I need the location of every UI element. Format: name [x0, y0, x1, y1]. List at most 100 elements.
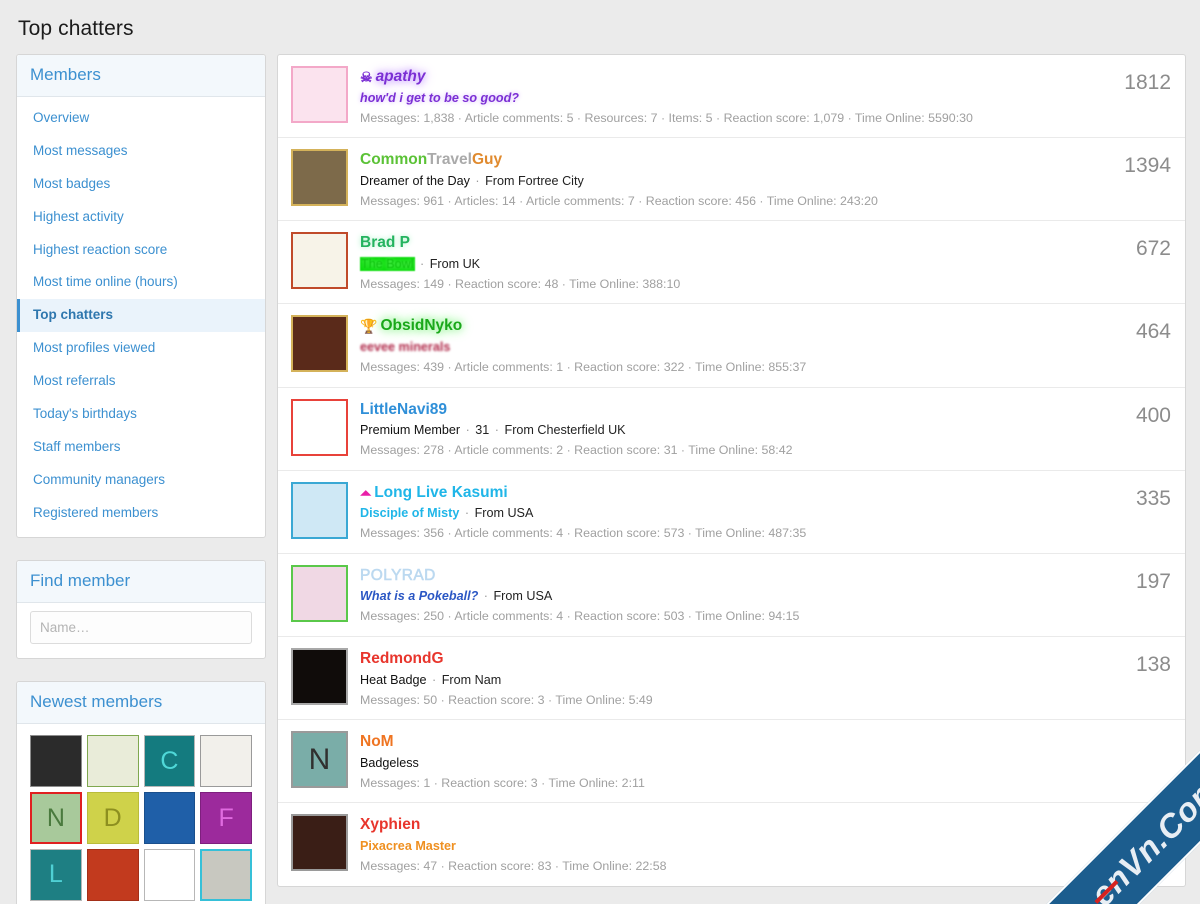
members-nav-block: Members Overview Most messages Most badges… [16, 54, 266, 539]
sidebar-item-today-s-birthdays[interactable]: Today's birthdays [17, 398, 265, 431]
member-username-text: RedmondG [360, 650, 444, 668]
sidebar-item-most-messages[interactable]: Most messages [17, 135, 265, 168]
member-username[interactable]: LittleNavi89 [360, 400, 1099, 419]
member-chat-count [1099, 731, 1171, 736]
avatar[interactable] [291, 232, 348, 290]
member-title-line: The Bowl · From UK [360, 256, 1099, 273]
member-stats: Messages: 50 · Reaction score: 3 · Time … [360, 692, 653, 707]
member-title: What is a Pokeball? [360, 589, 479, 604]
newest-member-avatar[interactable] [143, 848, 196, 901]
find-member-body [17, 603, 265, 658]
member-info: ☠ apathy how'd i get to be so good? Message… [360, 66, 1099, 126]
newest-member-avatar[interactable]: D [86, 792, 139, 844]
newest-member-avatar[interactable]: L [30, 848, 82, 901]
newest-member-avatar[interactable] [200, 735, 252, 788]
table-row[interactable]: N NoM Badgeless Messages: 1 · Reaction scor… [278, 720, 1185, 804]
table-row[interactable]: CommonTravelGuy Dreamer of the Day · From… [278, 138, 1185, 222]
member-info: NoM Badgeless Messages: 1 · Reaction score… [360, 731, 1099, 791]
sidebar-item-registered-members[interactable]: Registered members [17, 497, 265, 530]
member-title: Disciple of Misty [360, 506, 460, 521]
member-age: 31 [475, 423, 490, 438]
member-title: Pixacrea Master [360, 838, 456, 853]
newest-member-avatar[interactable] [143, 792, 196, 844]
table-row[interactable]: Xyphien Pixacrea Master Messages: 47 · Rea… [278, 803, 1185, 886]
member-username[interactable]: Xyphien [360, 815, 1099, 834]
avatar[interactable] [291, 398, 348, 456]
member-title: Dreamer of the Day [360, 173, 470, 188]
sidebar-item-highest-activity[interactable]: Highest activity [17, 201, 265, 234]
newest-member-avatar[interactable] [200, 848, 252, 901]
member-username[interactable]: POLYRAD [360, 566, 1099, 585]
newest-member-avatar[interactable]: F [200, 792, 252, 844]
member-stats: Messages: 250 · Article comments: 4 · Re… [360, 609, 800, 624]
newest-member-avatar[interactable] [30, 735, 82, 788]
avatar[interactable] [291, 66, 348, 123]
member-username[interactable]: ☠ apathy [360, 67, 1099, 87]
sidebar-item-most-badges[interactable]: Most badges [17, 168, 265, 201]
search-input[interactable] [30, 611, 252, 645]
sidebar-item-highest-reaction-score[interactable]: Highest reaction score [17, 234, 265, 267]
newest-members-block: Newest members C ND F L [16, 681, 266, 904]
sidebar: Members Overview Most messages Most badges… [16, 54, 266, 904]
members-nav-list: Overview Most messages Most badges Highest … [17, 97, 265, 537]
avatar[interactable]: N [291, 731, 348, 789]
member-title: Premium Member [360, 423, 461, 438]
newest-members-header: Newest members [17, 682, 265, 725]
member-username-text: Brad P [360, 234, 410, 252]
table-row[interactable]: 🏆 ObsidNyko eevee minerals Messages: 439 · … [278, 304, 1185, 388]
avatar[interactable] [291, 481, 348, 539]
member-username-text: apathy [375, 68, 426, 85]
member-stats: Messages: 47 · Reaction score: 83 · Time… [360, 858, 667, 873]
table-row[interactable]: ☠ apathy how'd i get to be so good? Message… [278, 55, 1185, 139]
newest-member-avatar[interactable] [86, 735, 139, 788]
member-username-part: Common [360, 151, 428, 169]
member-title-line: Dreamer of the Day · From Fortree City [360, 173, 1099, 190]
sidebar-item-top-chatters[interactable]: Top chatters [17, 299, 265, 333]
member-title: Heat Badge [360, 672, 427, 687]
member-username[interactable]: 🏆 ObsidNyko [360, 316, 1099, 336]
avatar[interactable] [291, 565, 348, 623]
member-title: how'd i get to be so good? [360, 90, 519, 105]
sidebar-item-most-time-online-hours[interactable]: Most time online (hours) [17, 266, 265, 299]
trophy-icon: 🏆 [360, 318, 378, 335]
member-location: From USA [474, 506, 534, 521]
member-chat-count: 1812 [1124, 71, 1171, 94]
member-username[interactable]: CommonTravelGuy [360, 150, 1099, 169]
avatar[interactable] [291, 149, 348, 207]
title-separator: · [471, 173, 484, 188]
member-chat-count: 672 [1135, 237, 1171, 261]
member-info: Brad P The Bowl · From UK Messages: 149 · … [360, 232, 1099, 292]
title-separator: · [428, 672, 440, 687]
sidebar-item-most-referrals[interactable]: Most referrals [17, 365, 265, 398]
avatar[interactable] [291, 315, 348, 373]
member-info: RedmondG Heat Badge · From Nam Messages: 5… [360, 648, 1099, 708]
member-title: The Bowl [360, 256, 415, 271]
avatar[interactable] [291, 814, 348, 872]
sidebar-item-community-managers[interactable]: Community managers [17, 464, 265, 497]
member-username[interactable]: NoM [360, 732, 1099, 751]
member-stats: Messages: 1 · Reaction score: 3 · Time O… [360, 775, 645, 790]
member-username[interactable]: ⏶ Long Live Kasumi [360, 483, 1099, 503]
member-username-part: Travel [427, 151, 472, 169]
table-row[interactable]: RedmondG Heat Badge · From Nam Messages: 5… [278, 637, 1185, 721]
table-row[interactable]: ⏶ Long Live Kasumi Disciple of Misty · Fro… [278, 471, 1185, 555]
member-stats: Messages: 1,838 · Article comments: 5 · … [360, 110, 973, 125]
avatar[interactable] [291, 648, 348, 706]
member-stats: Messages: 439 · Article comments: 1 · Re… [360, 359, 807, 374]
member-username[interactable]: Brad P [360, 233, 1099, 252]
member-username[interactable]: RedmondG [360, 649, 1099, 668]
member-chat-count: 335 [1135, 486, 1171, 510]
sidebar-item-most-profiles-viewed[interactable]: Most profiles viewed [17, 332, 265, 365]
table-row[interactable]: POLYRAD What is a Pokeball? · From USA Mes… [278, 554, 1185, 638]
member-info: 🏆 ObsidNyko eevee minerals Messages: 439 · … [360, 315, 1099, 375]
member-stats: Messages: 149 · Reaction score: 48 · Tim… [360, 276, 681, 291]
newest-member-avatar[interactable] [86, 848, 139, 901]
newest-member-avatar[interactable]: N [30, 792, 82, 844]
sidebar-item-overview[interactable]: Overview [17, 102, 265, 135]
sidebar-item-staff-members[interactable]: Staff members [17, 431, 265, 464]
table-row[interactable]: LittleNavi89 Premium Member · 31 · From C… [278, 388, 1185, 471]
title-separator: · [461, 506, 473, 521]
member-info: CommonTravelGuy Dreamer of the Day · From… [360, 149, 1099, 209]
table-row[interactable]: Brad P The Bowl · From UK Messages: 149 · … [278, 221, 1185, 305]
newest-member-avatar[interactable]: C [143, 735, 196, 788]
